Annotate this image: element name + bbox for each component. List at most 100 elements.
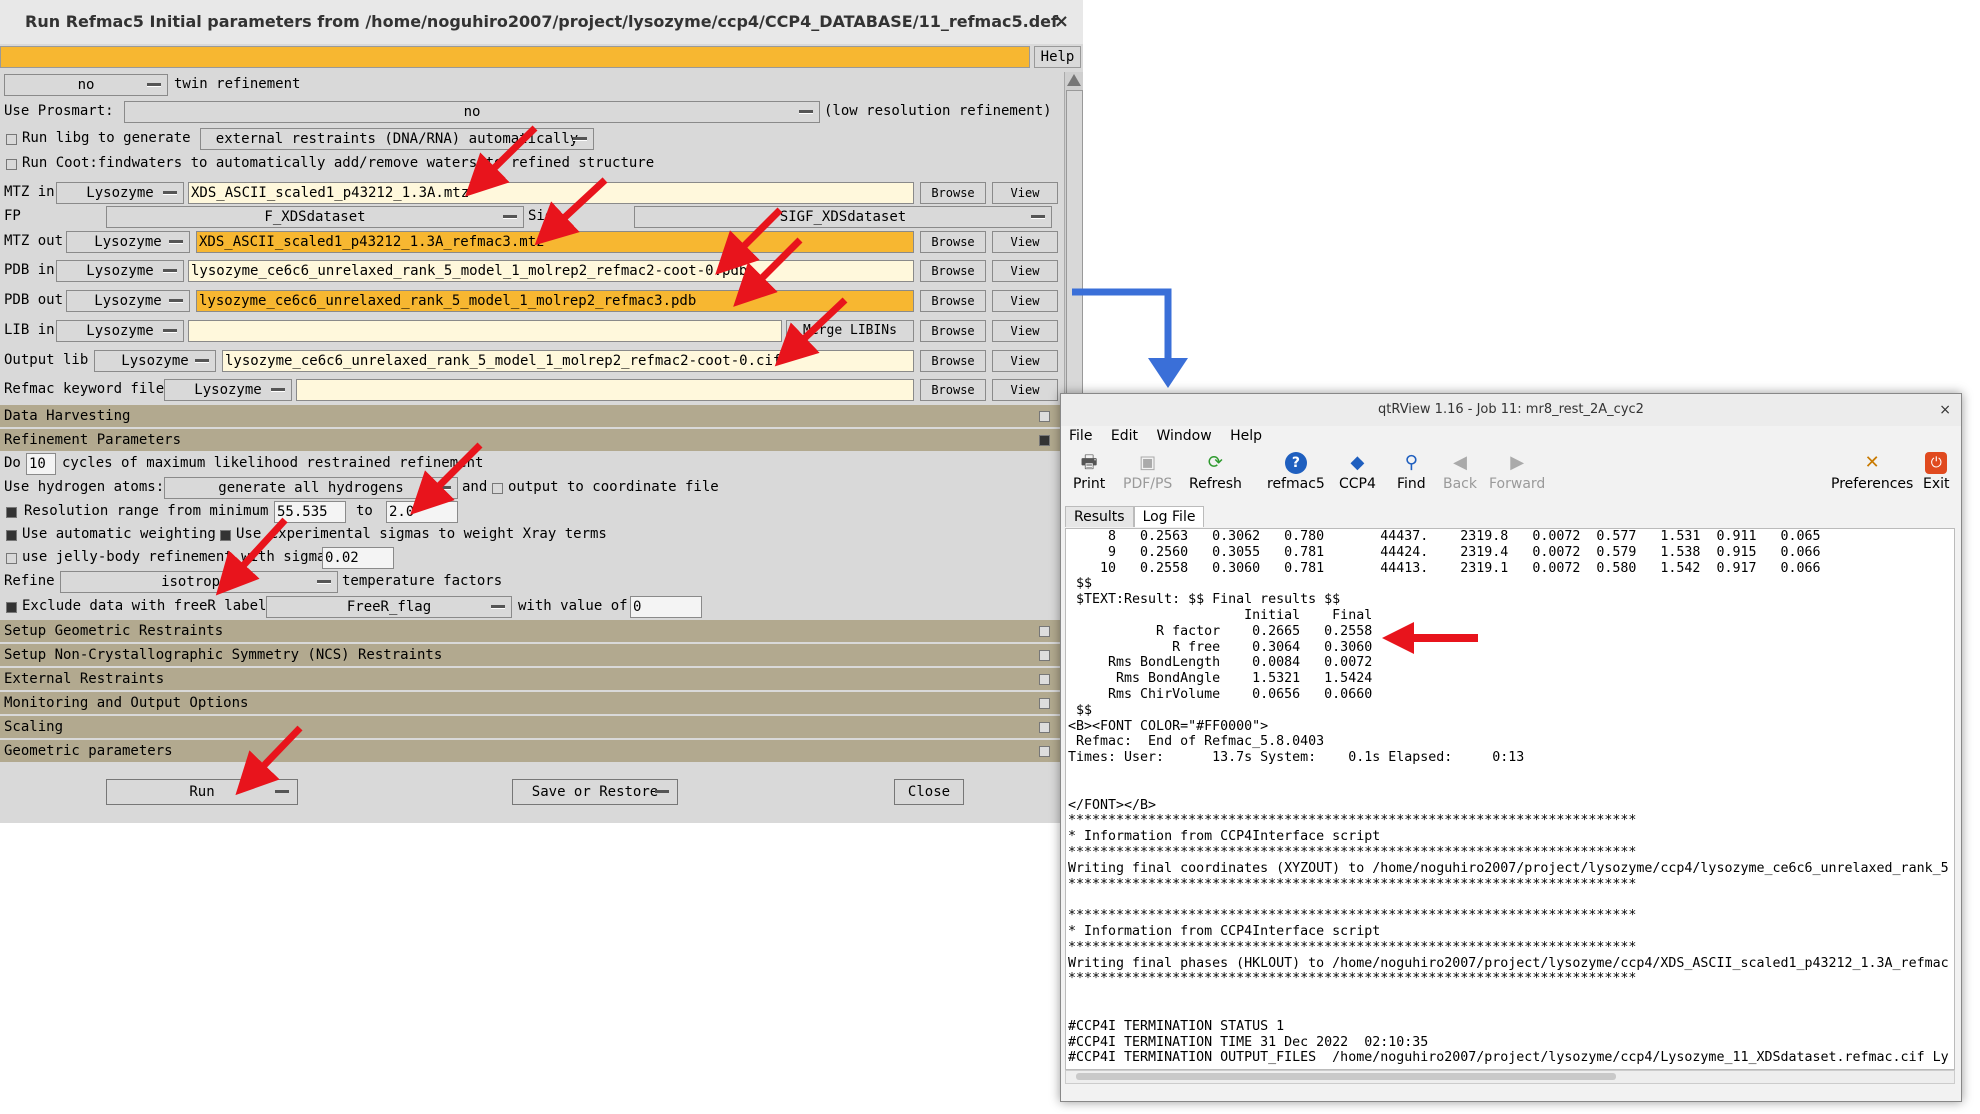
mtz-out-project-select[interactable]: Lysozyme [66,231,190,253]
toggle-icon[interactable] [1039,674,1050,685]
mtz-in-label: MTZ in [4,184,55,200]
keyword-project-select[interactable]: Lysozyme [164,379,292,401]
twin-select[interactable]: no [4,74,168,96]
output-lib-view-button[interactable]: View [992,350,1058,372]
back-button[interactable]: ◀ Back [1443,452,1477,492]
mtz-in-view-button[interactable]: View [992,182,1058,204]
ccp4-button[interactable]: ◆ CCP4 [1339,452,1376,492]
help-button[interactable]: Help [1034,46,1081,68]
libg-checkbox[interactable] [6,134,17,145]
tool-label: refmac5 [1267,476,1325,492]
section-external-restraints[interactable]: External Restraints [0,668,1062,691]
section-geometric-restraints[interactable]: Setup Geometric Restraints [0,620,1062,643]
pdb-in-file-input[interactable]: lysozyme_ce6c6_unrelaxed_rank_5_model_1_… [188,260,914,282]
toggle-icon[interactable] [1039,411,1050,422]
run-button[interactable]: Run [106,779,298,805]
scroll-up-icon[interactable] [1067,74,1081,86]
fp-select[interactable]: F_XDSdataset [106,206,524,228]
cycles-input[interactable]: 10 [26,453,56,475]
log-viewer[interactable]: 8 0.2563 0.3062 0.780 44437. 2319.8 0.00… [1065,528,1955,1070]
mtz-in-project-select[interactable]: Lysozyme [56,182,184,204]
res-max-input[interactable]: 2.0 [386,501,458,523]
section-ncs-restraints[interactable]: Setup Non-Crystallographic Symmetry (NCS… [0,644,1062,667]
refmac5-help-button[interactable]: ? refmac5 [1267,452,1325,492]
auto-weight-checkbox[interactable] [6,530,17,541]
mtz-in-file-input[interactable]: XDS_ASCII_scaled1_p43212_1.3A.mtz [188,182,914,204]
sig-select[interactable]: SIGF_XDSdataset [634,206,1052,228]
hydrogen-select[interactable]: generate all hydrogens [164,477,458,499]
print-button[interactable]: 🖶 Print [1073,452,1105,492]
libg-select[interactable]: external restraints (DNA/RNA) automatica… [200,128,594,150]
menu-window[interactable]: Window [1156,428,1211,444]
preferences-button[interactable]: ✕ Preferences [1831,452,1913,492]
scroll-thumb[interactable] [1076,1073,1616,1080]
exit-button[interactable]: ⏻ Exit [1923,452,1950,492]
section-label: Data Harvesting [4,408,131,424]
keyword-view-button[interactable]: View [992,379,1058,401]
exp-sigmas-checkbox[interactable] [220,530,231,541]
section-geometric-parameters[interactable]: Geometric parameters [0,740,1062,763]
pdb-in-view-button[interactable]: View [992,260,1058,282]
close-icon[interactable]: × [1054,0,1069,44]
lib-in-project-select[interactable]: Lysozyme [56,320,184,342]
toggle-icon[interactable] [1039,698,1050,709]
section-scaling[interactable]: Scaling [0,716,1062,739]
resolution-checkbox[interactable] [6,507,17,518]
save-restore-button[interactable]: Save or Restore [512,779,678,805]
coot-checkbox[interactable] [6,159,17,170]
freer-value-input[interactable]: 0 [630,596,702,618]
output-lib-browse-button[interactable]: Browse [920,350,986,372]
toggle-icon[interactable] [1039,722,1050,733]
lib-in-file-input[interactable] [188,320,782,342]
pdb-out-browse-button[interactable]: Browse [920,290,986,312]
tool-label: Exit [1923,476,1950,492]
tab-log-file[interactable]: Log File [1133,506,1205,527]
tool-label: CCP4 [1339,476,1376,492]
toggle-icon[interactable] [1039,746,1050,757]
res-min-input[interactable]: 55.535 [274,501,346,523]
output-lib-file-input[interactable]: lysozyme_ce6c6_unrelaxed_rank_5_model_1_… [222,350,914,372]
keyword-file-input[interactable] [296,379,914,401]
menu-file[interactable]: File [1069,428,1092,444]
mtz-out-view-button[interactable]: View [992,231,1058,253]
tab-results[interactable]: Results [1065,506,1134,527]
toggle-icon[interactable] [1039,435,1050,446]
output-lib-project-select[interactable]: Lysozyme [94,350,216,372]
window-title: qtRView 1.16 - Job 11: mr8_rest_2A_cyc2 [1378,402,1644,417]
keyword-browse-button[interactable]: Browse [920,379,986,401]
refresh-button[interactable]: ⟳ Refresh [1189,452,1242,492]
close-icon[interactable]: × [1939,394,1951,426]
pdb-in-browse-button[interactable]: Browse [920,260,986,282]
close-button[interactable]: Close [894,779,964,805]
merge-libins-button[interactable]: Merge LIBINs [786,320,914,342]
prosmart-select[interactable]: no [124,101,820,123]
forward-button[interactable]: ▶ Forward [1489,452,1545,492]
mtz-out-file-input[interactable]: XDS_ASCII_scaled1_p43212_1.3A_refmac3.mt… [196,231,914,253]
jelly-checkbox[interactable] [6,553,17,564]
exclude-freer-checkbox[interactable] [6,602,17,613]
lib-in-browse-button[interactable]: Browse [920,320,986,342]
section-refinement-parameters[interactable]: Refinement Parameters [0,429,1062,452]
pdf-ps-button[interactable]: ▣ PDF/PS [1123,452,1172,492]
refine-bfactor-select[interactable]: isotropic [60,571,338,593]
toggle-icon[interactable] [1039,650,1050,661]
find-button[interactable]: ⚲ Find [1397,452,1426,492]
jelly-sigma-input[interactable]: 0.02 [322,547,394,569]
freer-select[interactable]: FreeR_flag [266,596,512,618]
menu-help[interactable]: Help [1230,428,1262,444]
pdb-out-view-button[interactable]: View [992,290,1058,312]
mtz-out-browse-button[interactable]: Browse [920,231,986,253]
mtz-in-browse-button[interactable]: Browse [920,182,986,204]
lib-in-view-button[interactable]: View [992,320,1058,342]
menu-edit[interactable]: Edit [1111,428,1138,444]
pdb-out-project-select[interactable]: Lysozyme [66,290,190,312]
section-data-harvesting[interactable]: Data Harvesting [0,405,1062,428]
horizontal-scrollbar[interactable] [1065,1070,1955,1084]
hydrogen-output-checkbox[interactable] [492,483,503,494]
pdb-out-file-input[interactable]: lysozyme_ce6c6_unrelaxed_rank_5_model_1_… [196,290,914,312]
pdb-in-project-select[interactable]: Lysozyme [56,260,184,282]
toggle-icon[interactable] [1039,626,1050,637]
printer-icon: 🖶 [1080,452,1098,473]
section-monitoring-output[interactable]: Monitoring and Output Options [0,692,1062,715]
hydrogen-label: Use hydrogen atoms: [4,479,165,495]
